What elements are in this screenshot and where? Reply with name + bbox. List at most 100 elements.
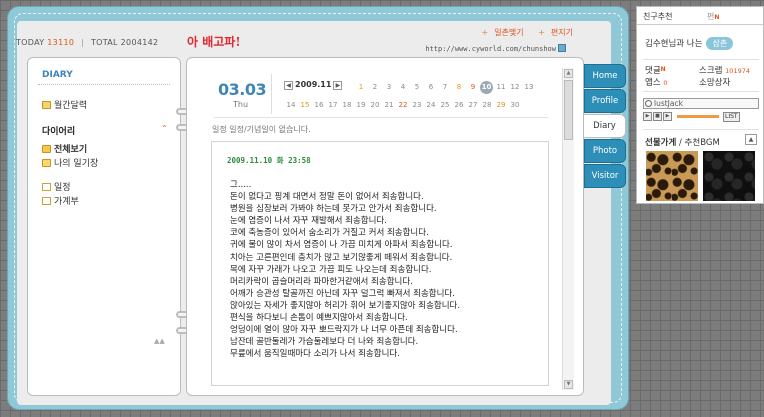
collapse-caret-icon[interactable]: ⌃ [161, 124, 168, 133]
stat-apps[interactable]: 앱스 0 [645, 76, 667, 88]
calendar-day[interactable]: 30 [508, 101, 522, 109]
post-line: 눈에 염증이 나서 자꾸 재발해서 죄송합니다. [230, 216, 387, 227]
stop-icon[interactable]: ■ [653, 112, 662, 121]
sidebar-item-all[interactable]: 전체보기 [42, 142, 87, 155]
calendar-day[interactable]: 29 [494, 101, 508, 109]
post-line: 무릎에서 움직일때마다 소리가 나서 죄송합니다. [230, 349, 400, 360]
calendar-days-row-1: 1 2 3 4 5 6 7 8 9 10 11 12 13 [354, 81, 536, 94]
plus-icon: + [481, 28, 489, 37]
calendar-day[interactable]: 4 [396, 83, 410, 91]
calendar-day[interactable]: 15 [298, 101, 312, 109]
calendar-day[interactable]: 7 [438, 83, 452, 91]
post-line: 치아는 고른편인데 충치가 많고 보기않좋게 떼워서 죄송합니다. [230, 252, 453, 263]
tab-photo[interactable]: Photo [584, 139, 626, 163]
calendar-day[interactable]: 13 [522, 83, 536, 91]
sidebar-item-my-diary[interactable]: 나의 일기장 [42, 156, 98, 169]
stat-count: 0 [663, 79, 668, 87]
scroll-up-icon[interactable]: ▲ [564, 69, 573, 78]
scrollbar[interactable]: ▲ ▼ [562, 68, 574, 390]
tab-second[interactable]: 편N [707, 11, 719, 22]
stat-comments[interactable]: 댓글N [645, 64, 666, 76]
post-line: 머리카락이 곱슬머리라 파마한거같애서 죄송합니다. [230, 276, 413, 287]
current-date: 03.03 [218, 80, 267, 99]
calendar-day[interactable]: 18 [340, 101, 354, 109]
calendar-day[interactable]: 27 [466, 101, 480, 109]
tab-diary[interactable]: Diary [584, 114, 626, 138]
dark-skin-thumbnail[interactable] [703, 151, 755, 201]
playlist-button[interactable]: LIST [723, 112, 740, 122]
calendar-day[interactable]: 28 [480, 101, 494, 109]
gift-shop-title: 선물가게 [645, 138, 677, 148]
today-label: TODAY [16, 38, 45, 47]
volume-slider[interactable] [677, 115, 719, 118]
calendar-day[interactable]: 23 [410, 101, 424, 109]
next-month-button[interactable]: ▶ [333, 81, 343, 90]
tab-friend-recommend[interactable]: 친구추천 [643, 11, 672, 22]
post-line: 그..... [230, 180, 252, 190]
play-icon[interactable]: ▶ [643, 112, 652, 121]
scroll-down-icon[interactable]: ▼ [564, 380, 573, 389]
top-bar: TODAY 13110 | TOTAL 2004142 아 배고파! + 일촌맺기… [14, 20, 578, 58]
collapse-caret-icon[interactable]: ▲ [745, 134, 757, 145]
recommend-bgm-label: / 추천BGM [678, 138, 720, 148]
calendar-day[interactable]: 16 [312, 101, 326, 109]
calendar-day[interactable]: 17 [326, 101, 340, 109]
calendar-day[interactable]: 14 [284, 101, 298, 109]
friend-relation-text: 김수현님과 나는 [645, 39, 703, 49]
top-links: + 일촌맺기 + 편지기 [470, 27, 574, 38]
stat-label: 소망상자 [699, 78, 731, 88]
today-count: 13110 [47, 38, 75, 47]
calendar-day[interactable]: 2 [368, 83, 382, 91]
leopard-skin-thumbnail[interactable] [646, 151, 698, 201]
document-icon [42, 197, 51, 205]
post-line: 목에 자꾸 가래가 나오고 가끔 피도 나오는데 죄송합니다. [230, 264, 432, 275]
stat-count: 101974 [725, 67, 750, 75]
calendar-day[interactable]: 20 [368, 101, 382, 109]
tab-visitor[interactable]: Visitor [584, 164, 626, 188]
pyeonji-link[interactable]: + 편지기 [532, 28, 573, 37]
month-calendar: ◀ 2009.11 ▶ 1 2 3 4 5 6 7 8 9 10 11 12 13 14 15 16 17 18 19… [284, 80, 554, 116]
divider [643, 59, 759, 60]
bgm-track[interactable]: lustJack [643, 98, 759, 109]
friend-relation[interactable]: 김수현님과 나는 삼촌 [645, 37, 734, 50]
calendar-day[interactable]: 8 [452, 83, 466, 91]
scroll-thumb[interactable] [564, 80, 573, 140]
calendar-day[interactable]: 5 [410, 83, 424, 91]
sidebar-item-ledger[interactable]: 가계부 [42, 194, 79, 207]
stat-wishbox[interactable]: 소망상자 [699, 76, 730, 88]
calendar-day[interactable]: 9 [466, 83, 480, 91]
total-label: TOTAL [90, 38, 118, 47]
calendar-day[interactable]: 11 [494, 83, 508, 91]
page-arrows-icon[interactable]: ▲▲ [154, 337, 165, 345]
minihome-url[interactable]: http://www.cyworld.com/chunshow [425, 44, 566, 53]
sidebar-item-monthly[interactable]: 월간달력 [42, 98, 87, 111]
calendar-day[interactable]: 6 [424, 83, 438, 91]
calendar-day[interactable]: 22 [396, 101, 410, 109]
calendar-day[interactable]: 12 [508, 83, 522, 91]
plus-icon: + [538, 28, 545, 37]
sidebar-item-schedule[interactable]: 일정 [42, 180, 71, 193]
stat-scrap[interactable]: 스크랩 101974 [699, 64, 750, 76]
open-folder-icon [42, 145, 51, 153]
calendar-day[interactable]: 26 [452, 101, 466, 109]
post-line: 남잔데 골반둘레가 가슴둘레보다 더 나와 죄송합니다. [230, 337, 419, 348]
stat-label: 앱스 [645, 78, 661, 88]
tab-home[interactable]: Home [584, 64, 626, 88]
calendar-day[interactable]: 1 [354, 83, 368, 91]
diary-section-title: 다이어리 [42, 127, 76, 137]
calendar-day[interactable]: 19 [354, 101, 368, 109]
url-copy-icon[interactable] [558, 44, 566, 52]
prev-month-button[interactable]: ◀ [284, 81, 293, 90]
diary-post: 2009.11.10 화 23:58 그..... 돈이 없다고 핑계 대면서 정… [211, 141, 549, 386]
next-icon[interactable]: ▶ [663, 112, 672, 121]
post-line: 어깨가 승관성 탈골까진 아닌데 자꾸 덜그럭 빠져서 죄송합니다. [230, 288, 455, 299]
calendar-day-selected[interactable]: 10 [480, 81, 493, 94]
folder-icon [42, 159, 51, 167]
calendar-day[interactable]: 25 [438, 101, 452, 109]
tab-profile[interactable]: Profile [584, 89, 626, 113]
calendar-day[interactable]: 21 [382, 101, 396, 109]
ilchon-link[interactable]: + 일촌맺기 [476, 28, 524, 37]
sidebar-item-label: 나의 일기장 [54, 159, 99, 169]
calendar-day[interactable]: 24 [424, 101, 438, 109]
calendar-day[interactable]: 3 [382, 83, 396, 91]
